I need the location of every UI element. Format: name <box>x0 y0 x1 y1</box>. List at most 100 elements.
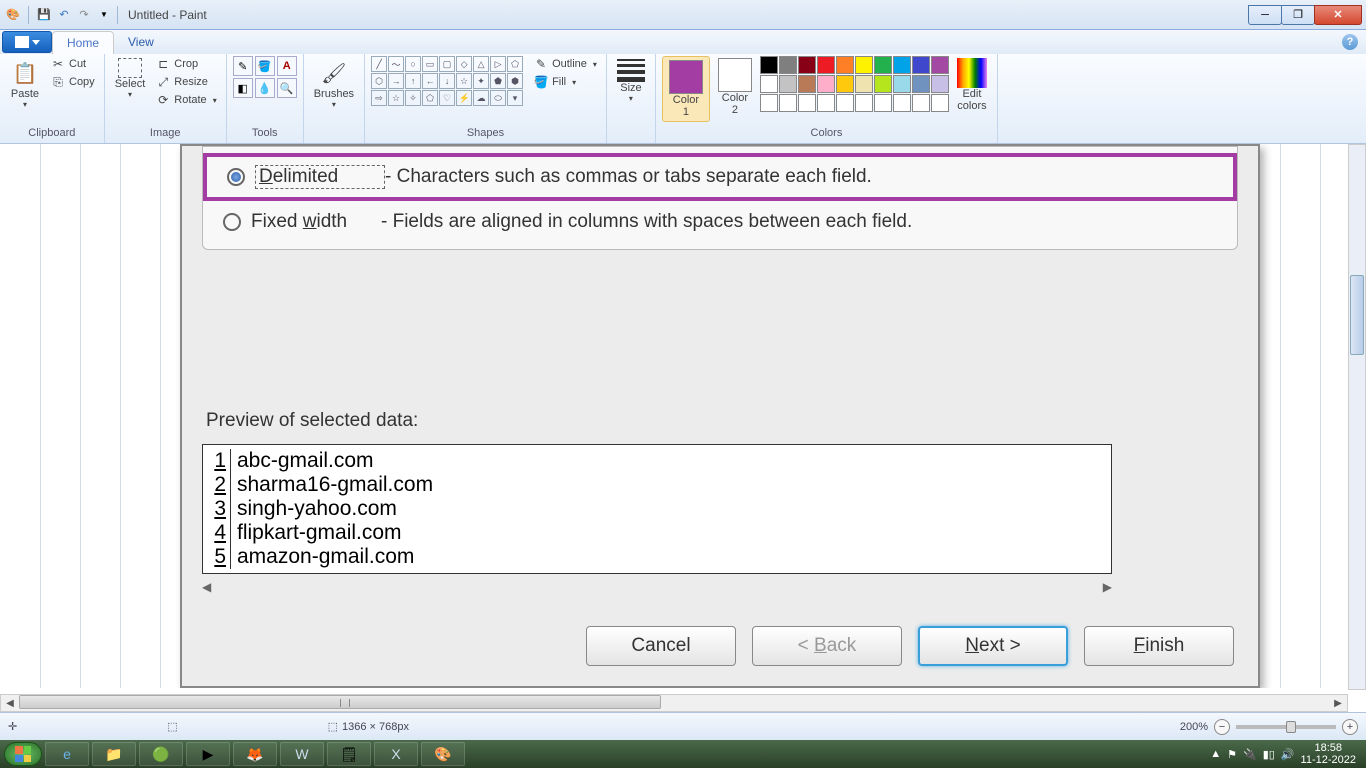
hscroll-left-icon[interactable]: ◀ <box>1 698 19 709</box>
taskbar-excel[interactable]: X <box>374 742 418 766</box>
palette-swatch[interactable] <box>874 75 892 93</box>
zoom-thumb[interactable] <box>1286 721 1296 733</box>
palette-swatch[interactable] <box>760 56 778 74</box>
cancel-button[interactable]: Cancel <box>586 626 736 666</box>
cut-button[interactable]: ✂Cut <box>48 56 98 72</box>
hscroll-right-icon[interactable]: ▶ <box>1329 698 1347 709</box>
palette-swatch[interactable] <box>912 94 930 112</box>
palette-swatch[interactable] <box>817 75 835 93</box>
palette-swatch[interactable] <box>931 56 949 74</box>
maximize-button[interactable]: ❐ <box>1281 5 1315 25</box>
tray-network-icon[interactable]: ▮▯ <box>1263 748 1275 761</box>
tab-home[interactable]: Home <box>52 31 114 54</box>
start-button[interactable] <box>4 742 42 766</box>
taskbar-explorer[interactable]: 📁 <box>92 742 136 766</box>
delimited-option[interactable]: Delimited - Characters such as commas or… <box>203 153 1237 201</box>
palette-swatch[interactable] <box>855 94 873 112</box>
preview-hscroll[interactable]: ◀ ▶ <box>202 580 1112 596</box>
zoom-out-button[interactable]: − <box>1214 719 1230 735</box>
file-menu-button[interactable] <box>2 31 52 53</box>
canvas-area[interactable]: Delimited - Characters such as commas or… <box>0 144 1366 688</box>
undo-icon[interactable]: ↶ <box>55 6 73 24</box>
shapes-gallery[interactable]: ╱～○▭▢◇△▷⬠ ⬡→↑←↓☆✦⬟⬢ ⇨☆✧⬠♡⚡☁⬭▾ <box>371 56 523 106</box>
palette-swatch[interactable] <box>817 94 835 112</box>
tray-volume-icon[interactable]: 🔊 <box>1281 748 1295 761</box>
size-button[interactable]: Size ▾ <box>613 56 649 105</box>
paste-button[interactable]: 📋 Paste ▾ <box>6 56 44 111</box>
taskbar-media[interactable]: ▶ <box>186 742 230 766</box>
taskbar-notes[interactable]: 🗒 <box>327 742 371 766</box>
palette-swatch[interactable] <box>836 75 854 93</box>
resize-button[interactable]: ⤢Resize <box>153 74 219 90</box>
vscroll-thumb[interactable] <box>1350 275 1364 355</box>
taskbar-chrome[interactable]: 🟢 <box>139 742 183 766</box>
taskbar-word[interactable]: W <box>280 742 324 766</box>
palette-swatch[interactable] <box>779 56 797 74</box>
palette-swatch[interactable] <box>931 75 949 93</box>
tray-up-icon[interactable]: ▲ <box>1210 748 1221 760</box>
color2-button[interactable]: Color 2 <box>714 56 756 118</box>
main-hscroll[interactable]: ◀ ▶ <box>0 694 1348 712</box>
edit-colors-button[interactable]: Edit colors <box>953 56 991 114</box>
next-button[interactable]: Next > <box>918 626 1068 666</box>
save-icon[interactable]: 💾 <box>35 6 53 24</box>
zoom-slider[interactable] <box>1236 725 1336 729</box>
fixed-width-option[interactable]: Fixed width - Fields are aligned in colu… <box>203 203 1237 241</box>
select-button[interactable]: Select ▾ <box>111 56 150 101</box>
palette-swatch[interactable] <box>798 56 816 74</box>
palette-swatch[interactable] <box>798 94 816 112</box>
taskbar-firefox[interactable]: 🦊 <box>233 742 277 766</box>
zoom-in-button[interactable]: + <box>1342 719 1358 735</box>
palette-swatch[interactable] <box>893 75 911 93</box>
palette-swatch[interactable] <box>912 56 930 74</box>
rotate-button[interactable]: ⟳Rotate▾ <box>153 92 219 108</box>
zoom-tool[interactable]: 🔍 <box>277 78 297 98</box>
tray-flag-icon[interactable]: ⚑ <box>1227 748 1237 761</box>
finish-button[interactable]: Finish <box>1084 626 1234 666</box>
eraser-tool[interactable]: ◧ <box>233 78 253 98</box>
palette-swatch[interactable] <box>836 56 854 74</box>
palette-swatch[interactable] <box>779 75 797 93</box>
pencil-tool[interactable]: ✎ <box>233 56 253 76</box>
help-icon[interactable]: ? <box>1342 34 1358 50</box>
scroll-right-icon[interactable]: ▶ <box>1103 580 1112 596</box>
palette-swatch[interactable] <box>760 75 778 93</box>
radio-selected-icon[interactable] <box>227 168 245 186</box>
qat-dropdown-icon[interactable]: ▼ <box>95 6 113 24</box>
hscroll-thumb[interactable] <box>19 695 661 709</box>
main-vscroll[interactable] <box>1348 144 1366 690</box>
color-palette[interactable] <box>760 56 949 112</box>
outline-button[interactable]: ✎Outline▾ <box>531 56 600 72</box>
taskbar-ie[interactable]: e <box>45 742 89 766</box>
crop-button[interactable]: ⊏Crop <box>153 56 219 72</box>
palette-swatch[interactable] <box>817 56 835 74</box>
palette-swatch[interactable] <box>874 56 892 74</box>
brushes-button[interactable]: 🖌 Brushes ▾ <box>310 56 358 111</box>
palette-swatch[interactable] <box>893 56 911 74</box>
palette-swatch[interactable] <box>874 94 892 112</box>
scroll-left-icon[interactable]: ◀ <box>202 580 211 596</box>
fill-button[interactable]: 🪣Fill▾ <box>531 74 600 90</box>
minimize-button[interactable]: ─ <box>1248 5 1282 25</box>
copy-button[interactable]: ⎘Copy <box>48 74 98 90</box>
palette-swatch[interactable] <box>798 75 816 93</box>
palette-swatch[interactable] <box>855 75 873 93</box>
text-tool[interactable]: A <box>277 56 297 76</box>
palette-swatch[interactable] <box>855 56 873 74</box>
bucket-tool[interactable]: 🪣 <box>255 56 275 76</box>
tray-clock[interactable]: 18:58 11-12-2022 <box>1301 742 1356 766</box>
palette-swatch[interactable] <box>836 94 854 112</box>
picker-tool[interactable]: 💧 <box>255 78 275 98</box>
palette-swatch[interactable] <box>779 94 797 112</box>
close-button[interactable]: ✕ <box>1314 5 1362 25</box>
color1-button[interactable]: Color 1 <box>662 56 710 122</box>
palette-swatch[interactable] <box>893 94 911 112</box>
palette-swatch[interactable] <box>912 75 930 93</box>
tray-power-icon[interactable]: 🔌 <box>1243 748 1257 761</box>
radio-icon[interactable] <box>223 213 241 231</box>
palette-swatch[interactable] <box>931 94 949 112</box>
taskbar-paint[interactable]: 🎨 <box>421 742 465 766</box>
redo-icon[interactable]: ↷ <box>75 6 93 24</box>
tab-view[interactable]: View <box>114 31 168 53</box>
palette-swatch[interactable] <box>760 94 778 112</box>
